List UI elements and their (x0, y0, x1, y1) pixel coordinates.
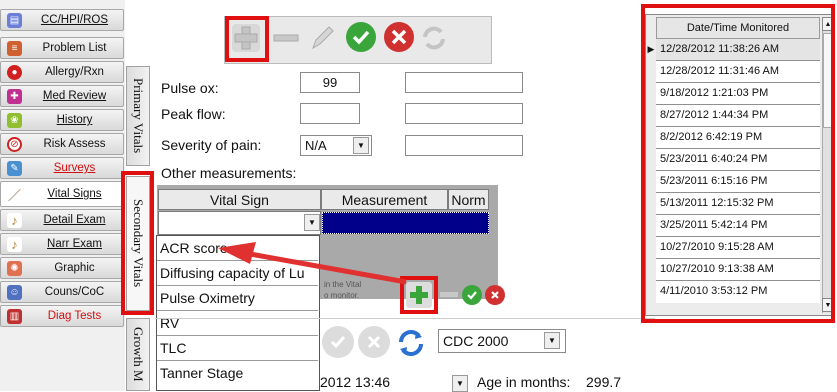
age-label: Age in months: (477, 374, 571, 390)
check-icon (330, 336, 346, 349)
check-icon (467, 291, 477, 300)
dropdown-option[interactable]: Tanner Stage (157, 361, 318, 386)
annotation-arrow (218, 242, 407, 285)
nav-diag-tests[interactable]: ▥ Diag Tests (0, 305, 124, 327)
column-header-vital-sign: Vital Sign (158, 189, 321, 210)
list-icon: ≡ (7, 40, 22, 56)
nav-label: Med Review (42, 90, 107, 102)
tab-label: Primary Vitals (131, 78, 146, 154)
other-measurements-label: Other measurements: (161, 165, 297, 181)
pill-icon: ✚ (7, 88, 22, 104)
growth-chart-value: CDC 2000 (443, 333, 509, 349)
nav-label: Narr Exam (47, 238, 102, 250)
nav-problem-list[interactable]: ≡ Problem List (0, 37, 124, 59)
cancel-disabled-button[interactable] (358, 326, 390, 358)
chevron-down-icon[interactable]: ▼ (452, 375, 468, 392)
pen-icon: ／ (7, 186, 22, 203)
history-icon: ❀ (7, 112, 22, 128)
check-icon (352, 30, 370, 45)
nav-label: Surveys (53, 162, 96, 174)
pencil-icon (312, 26, 334, 50)
chevron-down-icon[interactable]: ▼ (353, 137, 369, 154)
measurement-cell-selected[interactable] (322, 212, 489, 234)
refresh-button[interactable] (420, 24, 448, 52)
allergy-icon: ● (7, 64, 22, 80)
tab-primary-vitals[interactable]: Primary Vitals (126, 66, 150, 166)
vital-sign-cell[interactable] (158, 211, 321, 235)
nav-label: CC/HPI/ROS (40, 14, 109, 26)
nav-label: Detail Exam (43, 214, 106, 226)
close-icon (391, 29, 407, 45)
left-navigation: ▤ CC/HPI/ROS ≡ Problem List ● Allergy/Rx… (0, 0, 125, 391)
minus-icon (273, 34, 299, 42)
nav-cc-hpi-ros[interactable]: ▤ CC/HPI/ROS (0, 9, 124, 31)
tests-icon: ▥ (7, 308, 22, 324)
nav-label: Couns/CoC (44, 286, 105, 298)
close-icon (491, 291, 499, 299)
tab-label: Growth M (131, 327, 146, 382)
age-value: 299.7 (586, 374, 622, 390)
cancel-row-button[interactable] (485, 285, 505, 305)
pain-label: Severity of pain: (161, 137, 262, 153)
counsel-icon: ☺ (7, 284, 22, 300)
nav-risk-assess[interactable]: ⊘ Risk Assess (0, 133, 124, 155)
pulse-ox-label: Pulse ox: (161, 80, 219, 96)
tab-growth[interactable]: Growth M (126, 318, 150, 391)
nav-couns-coc[interactable]: ☺ Couns/CoC (0, 281, 124, 303)
confirm-disabled-button[interactable] (322, 326, 354, 358)
nav-label: Diag Tests (47, 310, 102, 322)
nav-vital-signs[interactable]: ／ Vital Signs (0, 181, 124, 207)
peak-flow-note-input[interactable] (405, 103, 523, 124)
pulse-ox-note-input[interactable] (405, 72, 523, 93)
confirm-row-button[interactable] (462, 285, 482, 305)
nav-graphic[interactable]: ✺ Graphic (0, 257, 124, 279)
clipboard-icon: ▤ (7, 12, 22, 28)
survey-icon: ✎ (7, 160, 22, 176)
date-value: 2012 13:46 (320, 374, 391, 390)
remove-row-button[interactable] (440, 292, 458, 297)
graphic-icon: ✺ (7, 260, 22, 276)
highlight-box (225, 16, 269, 62)
confirm-button[interactable] (346, 22, 376, 52)
peak-flow-input[interactable] (300, 103, 360, 124)
chevron-down-icon[interactable]: ▼ (304, 214, 320, 231)
nav-label: Graphic (54, 262, 95, 274)
dropdown-option[interactable]: RV (157, 311, 318, 336)
close-icon (367, 335, 381, 349)
nav-label: Problem List (42, 42, 107, 54)
pain-note-input[interactable] (405, 135, 523, 156)
pain-value: N/A (305, 138, 327, 153)
edit-button[interactable] (308, 24, 336, 52)
nav-surveys[interactable]: ✎ Surveys (0, 157, 124, 179)
risk-icon: ⊘ (7, 136, 22, 152)
nav-label: Allergy/Rxn (45, 66, 104, 78)
column-header-measurement: Measurement (321, 189, 448, 210)
pulse-ox-input[interactable]: 99 (300, 72, 360, 93)
chevron-down-icon[interactable]: ▼ (544, 332, 560, 349)
divider (155, 318, 655, 319)
dropdown-option[interactable]: TLC (157, 336, 318, 361)
nav-allergy[interactable]: ● Allergy/Rxn (0, 61, 124, 83)
nav-detail-exam[interactable]: ♪ Detail Exam (0, 209, 124, 231)
nav-med-review[interactable]: ✚ Med Review (0, 85, 124, 107)
refresh-icon (423, 26, 445, 50)
nav-narr-exam[interactable]: ♪ Narr Exam (0, 233, 124, 255)
nav-label: Risk Assess (43, 138, 106, 150)
refresh-button[interactable] (394, 326, 428, 360)
nav-label: Vital Signs (47, 188, 102, 200)
exam-icon: ♪ (7, 236, 22, 252)
cancel-button[interactable] (384, 22, 414, 52)
peak-flow-label: Peak flow: (161, 106, 226, 122)
refresh-icon (399, 330, 423, 356)
highlight-box (641, 4, 835, 323)
nav-label: History (56, 114, 93, 126)
nav-history[interactable]: ❀ History (0, 109, 124, 131)
remove-button[interactable] (272, 24, 300, 52)
column-header-norm: Norm (448, 189, 489, 210)
exam-icon: ♪ (7, 212, 22, 228)
highlight-box (121, 171, 154, 315)
